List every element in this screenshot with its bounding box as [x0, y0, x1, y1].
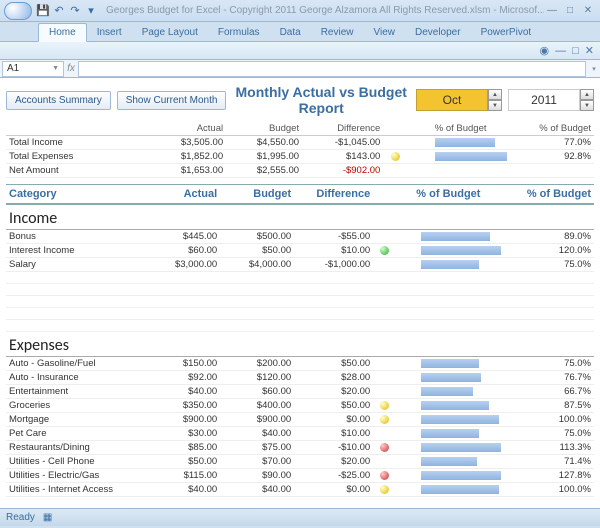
table-row: Net Amount$1,653.00$2,555.00-$902.00	[6, 164, 594, 178]
wb-close-button[interactable]: ✕	[585, 44, 594, 57]
status-dot-icon	[380, 401, 389, 410]
table-row: Pet Care$30.00$40.00$10.0075.0%	[6, 427, 594, 441]
table-row: Interest Income$60.00$50.00$10.00120.0%	[6, 244, 594, 258]
ribbon-strip: ◉ — □ ✕	[0, 42, 600, 60]
office-button[interactable]	[4, 2, 32, 20]
table-row: Auto - Gasoline/Fuel$150.00$200.00$50.00…	[6, 357, 594, 371]
table-row: Salary$3,000.00$4,000.00-$1,000.0075.0%	[6, 258, 594, 272]
table-row: Utilities - Cell Phone$50.00$70.00$20.00…	[6, 455, 594, 469]
qat-more-icon[interactable]: ▾	[84, 4, 98, 18]
formula-input[interactable]	[78, 61, 586, 77]
table-row: Auto - Insurance$92.00$120.00$28.0076.7%	[6, 371, 594, 385]
formula-bar: A1▼ fx ▾	[0, 60, 600, 78]
table-row: Groceries$350.00$400.00$50.0087.5%	[6, 399, 594, 413]
worksheet: Accounts Summary Show Current Month Mont…	[0, 78, 600, 508]
table-row: Entertainment$40.00$60.00$20.0066.7%	[6, 385, 594, 399]
table-row: Bonus$445.00$500.00-$55.0089.0%	[6, 230, 594, 244]
table-row: Total Expenses$1,852.00$1,995.00$143.009…	[6, 150, 594, 164]
summary-table: Actual Budget Difference % of Budget % o…	[6, 122, 594, 178]
expand-formula-icon[interactable]: ▾	[588, 65, 600, 73]
redo-icon[interactable]: ↷	[68, 4, 82, 18]
window-title: Georges Budget for Excel - Copyright 201…	[98, 5, 544, 16]
year-value: 2011	[508, 89, 580, 111]
save-icon[interactable]: 💾	[36, 4, 50, 18]
detail-table: Category Actual Budget Difference % of B…	[6, 184, 594, 497]
minimize-button[interactable]: —	[544, 4, 560, 18]
month-up-button[interactable]: ▲	[488, 89, 502, 100]
tab-formulas[interactable]: Formulas	[208, 24, 270, 41]
year-selector: 2011 ▲▼	[508, 89, 594, 111]
wb-minimize-button[interactable]: —	[555, 45, 566, 57]
help-icon[interactable]: ◉	[540, 44, 550, 57]
tab-data[interactable]: Data	[270, 24, 311, 41]
table-row: Utilities - Internet Access$40.00$40.00$…	[6, 483, 594, 497]
month-selector: Oct ▲▼	[416, 89, 502, 111]
status-dot-icon	[391, 152, 400, 161]
income-section: Income	[6, 204, 594, 230]
tab-home[interactable]: Home	[38, 23, 87, 42]
table-row: Restaurants/Dining$85.00$75.00-$10.00113…	[6, 441, 594, 455]
show-current-month-button[interactable]: Show Current Month	[117, 91, 227, 110]
tab-review[interactable]: Review	[311, 24, 364, 41]
status-dot-icon	[380, 415, 389, 424]
tab-powerpivot[interactable]: PowerPivot	[471, 24, 542, 41]
month-down-button[interactable]: ▼	[488, 100, 502, 111]
status-dot-icon	[380, 485, 389, 494]
ribbon-tabs: HomeInsertPage LayoutFormulasDataReviewV…	[0, 22, 600, 42]
status-dot-icon	[380, 246, 389, 255]
fx-icon[interactable]: fx	[64, 63, 78, 74]
table-row: Total Income$3,505.00$4,550.00-$1,045.00…	[6, 136, 594, 150]
expenses-section: Expenses	[6, 332, 594, 357]
status-bar: Ready ▦	[0, 508, 600, 526]
maximize-button[interactable]: □	[562, 4, 578, 18]
status-text: Ready	[6, 512, 35, 523]
undo-icon[interactable]: ↶	[52, 4, 66, 18]
macro-icon[interactable]: ▦	[43, 512, 52, 523]
status-dot-icon	[380, 471, 389, 480]
table-row: Utilities - Electric/Gas$115.00$90.00-$2…	[6, 469, 594, 483]
name-box[interactable]: A1▼	[2, 61, 64, 77]
quick-access-toolbar: 💾 ↶ ↷ ▾	[36, 4, 98, 18]
month-value: Oct	[416, 89, 488, 111]
tab-view[interactable]: View	[363, 24, 405, 41]
accounts-summary-button[interactable]: Accounts Summary	[6, 91, 111, 110]
tab-insert[interactable]: Insert	[87, 24, 132, 41]
report-title: Monthly Actual vs Budget Report	[232, 84, 410, 116]
status-dot-icon	[380, 443, 389, 452]
close-button[interactable]: ✕	[580, 4, 596, 18]
tab-pagelayout[interactable]: Page Layout	[132, 24, 208, 41]
tab-developer[interactable]: Developer	[405, 24, 471, 41]
year-up-button[interactable]: ▲	[580, 89, 594, 100]
wb-restore-button[interactable]: □	[572, 45, 579, 57]
title-bar: 💾 ↶ ↷ ▾ Georges Budget for Excel - Copyr…	[0, 0, 600, 22]
year-down-button[interactable]: ▼	[580, 100, 594, 111]
table-row: Mortgage$900.00$900.00$0.00100.0%	[6, 413, 594, 427]
